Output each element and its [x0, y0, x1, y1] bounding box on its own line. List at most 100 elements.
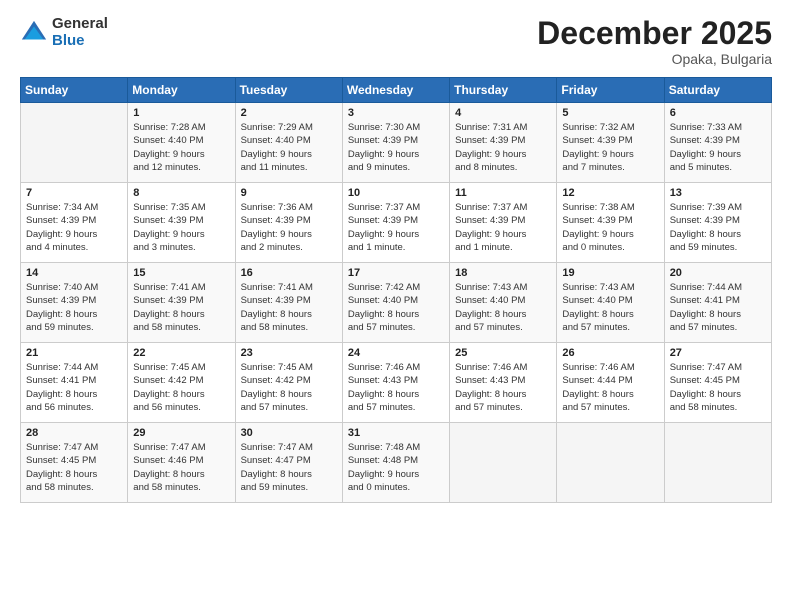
weekday-header-monday: Monday	[128, 78, 235, 103]
day-number: 25	[455, 347, 551, 359]
location: Opaka, Bulgaria	[537, 51, 772, 67]
calendar-cell: 25 Sunrise: 7:46 AMSunset: 4:43 PMDayligh…	[450, 343, 557, 423]
calendar-cell: 26Sunrise: 7:46 AMSunset: 4:44 PMDayligh…	[557, 343, 664, 423]
calendar-table: SundayMondayTuesdayWednesdayThursdayFrid…	[20, 77, 772, 503]
day-info: Sunrise: 7:45 AMSunset: 4:42 PMDaylight:…	[133, 361, 229, 414]
calendar-cell: 16 Sunrise: 7:41 AMSunset: 4:39 PMDayligh…	[235, 263, 342, 343]
calendar-cell: 12 Sunrise: 7:38 AMSunset: 4:39 PMDayligh…	[557, 183, 664, 263]
day-info: Sunrise: 7:47 AMSunset: 4:45 PMDaylight:…	[26, 441, 122, 494]
calendar-week-5: 28 Sunrise: 7:47 AMSunset: 4:45 PMDayligh…	[21, 423, 772, 503]
day-info: Sunrise: 7:41 AMSunset: 4:39 PMDaylight:…	[133, 281, 229, 334]
calendar-body: 1 Sunrise: 7:28 AMSunset: 4:40 PMDaylight…	[21, 103, 772, 503]
day-info: Sunrise: 7:37 AMSunset: 4:39 PMDaylight:…	[455, 201, 551, 254]
calendar-cell: 17 Sunrise: 7:42 AMSunset: 4:40 PMDayligh…	[342, 263, 449, 343]
day-info: Sunrise: 7:28 AMSunset: 4:40 PMDaylight:…	[133, 121, 229, 174]
calendar-cell: 6 Sunrise: 7:33 AMSunset: 4:39 PMDaylight…	[664, 103, 771, 183]
day-info: Sunrise: 7:36 AMSunset: 4:39 PMDaylight:…	[241, 201, 337, 254]
weekday-header-row: SundayMondayTuesdayWednesdayThursdayFrid…	[21, 78, 772, 103]
day-number: 30	[241, 427, 337, 439]
day-info: Sunrise: 7:46 AMSunset: 4:43 PMDaylight:…	[348, 361, 444, 414]
day-info: Sunrise: 7:48 AMSunset: 4:48 PMDaylight:…	[348, 441, 444, 494]
day-number: 10	[348, 187, 444, 199]
day-number: 22	[133, 347, 229, 359]
day-number: 19	[562, 267, 658, 279]
calendar-cell: 3 Sunrise: 7:30 AMSunset: 4:39 PMDaylight…	[342, 103, 449, 183]
day-number: 16	[241, 267, 337, 279]
day-number: 2	[241, 107, 337, 119]
day-info: Sunrise: 7:39 AMSunset: 4:39 PMDaylight:…	[670, 201, 766, 254]
day-info: Sunrise: 7:30 AMSunset: 4:39 PMDaylight:…	[348, 121, 444, 174]
day-info: Sunrise: 7:31 AMSunset: 4:39 PMDaylight:…	[455, 121, 551, 174]
day-info: Sunrise: 7:43 AMSunset: 4:40 PMDaylight:…	[455, 281, 551, 334]
day-number: 12	[562, 187, 658, 199]
calendar-cell: 21Sunrise: 7:44 AMSunset: 4:41 PMDayligh…	[21, 343, 128, 423]
day-number: 15	[133, 267, 229, 279]
calendar-cell	[450, 423, 557, 503]
day-info: Sunrise: 7:33 AMSunset: 4:39 PMDaylight:…	[670, 121, 766, 174]
day-info: Sunrise: 7:42 AMSunset: 4:40 PMDaylight:…	[348, 281, 444, 334]
day-info: Sunrise: 7:46 AMSunset: 4:43 PMDaylight:…	[455, 361, 551, 414]
day-info: Sunrise: 7:47 AMSunset: 4:46 PMDaylight:…	[133, 441, 229, 494]
day-number: 27	[670, 347, 766, 359]
calendar-cell: 31 Sunrise: 7:48 AMSunset: 4:48 PMDayligh…	[342, 423, 449, 503]
day-info: Sunrise: 7:47 AMSunset: 4:45 PMDaylight:…	[670, 361, 766, 414]
day-info: Sunrise: 7:38 AMSunset: 4:39 PMDaylight:…	[562, 201, 658, 254]
day-number: 7	[26, 187, 122, 199]
calendar-cell: 19 Sunrise: 7:43 AMSunset: 4:40 PMDayligh…	[557, 263, 664, 343]
day-number: 21	[26, 347, 122, 359]
day-number: 17	[348, 267, 444, 279]
calendar-cell: 2 Sunrise: 7:29 AMSunset: 4:40 PMDaylight…	[235, 103, 342, 183]
day-number: 28	[26, 427, 122, 439]
calendar-cell: 24 Sunrise: 7:46 AMSunset: 4:43 PMDayligh…	[342, 343, 449, 423]
calendar-cell: 15 Sunrise: 7:41 AMSunset: 4:39 PMDayligh…	[128, 263, 235, 343]
calendar-cell: 18 Sunrise: 7:43 AMSunset: 4:40 PMDayligh…	[450, 263, 557, 343]
day-number: 24	[348, 347, 444, 359]
day-info: Sunrise: 7:29 AMSunset: 4:40 PMDaylight:…	[241, 121, 337, 174]
calendar-cell: 14Sunrise: 7:40 AMSunset: 4:39 PMDayligh…	[21, 263, 128, 343]
day-info: Sunrise: 7:37 AMSunset: 4:39 PMDaylight:…	[348, 201, 444, 254]
day-number: 14	[26, 267, 122, 279]
logo-icon	[20, 19, 48, 47]
calendar-cell: 8 Sunrise: 7:35 AMSunset: 4:39 PMDaylight…	[128, 183, 235, 263]
calendar-cell: 28 Sunrise: 7:47 AMSunset: 4:45 PMDayligh…	[21, 423, 128, 503]
calendar-week-2: 7Sunrise: 7:34 AMSunset: 4:39 PMDaylight…	[21, 183, 772, 263]
day-info: Sunrise: 7:43 AMSunset: 4:40 PMDaylight:…	[562, 281, 658, 334]
calendar-cell: 23Sunrise: 7:45 AMSunset: 4:42 PMDayligh…	[235, 343, 342, 423]
logo-general-text: General	[52, 16, 108, 33]
calendar-cell: 11 Sunrise: 7:37 AMSunset: 4:39 PMDayligh…	[450, 183, 557, 263]
weekday-header-sunday: Sunday	[21, 78, 128, 103]
day-number: 8	[133, 187, 229, 199]
day-number: 6	[670, 107, 766, 119]
day-number: 13	[670, 187, 766, 199]
logo: General Blue	[20, 16, 108, 49]
day-info: Sunrise: 7:41 AMSunset: 4:39 PMDaylight:…	[241, 281, 337, 334]
calendar-cell: 1 Sunrise: 7:28 AMSunset: 4:40 PMDaylight…	[128, 103, 235, 183]
day-info: Sunrise: 7:32 AMSunset: 4:39 PMDaylight:…	[562, 121, 658, 174]
day-number: 11	[455, 187, 551, 199]
calendar-cell	[557, 423, 664, 503]
calendar-cell: 5 Sunrise: 7:32 AMSunset: 4:39 PMDaylight…	[557, 103, 664, 183]
day-number: 23	[241, 347, 337, 359]
day-info: Sunrise: 7:46 AMSunset: 4:44 PMDaylight:…	[562, 361, 658, 414]
calendar-week-3: 14Sunrise: 7:40 AMSunset: 4:39 PMDayligh…	[21, 263, 772, 343]
weekday-header-saturday: Saturday	[664, 78, 771, 103]
calendar-cell: 29Sunrise: 7:47 AMSunset: 4:46 PMDayligh…	[128, 423, 235, 503]
calendar-cell: 27 Sunrise: 7:47 AMSunset: 4:45 PMDayligh…	[664, 343, 771, 423]
day-number: 4	[455, 107, 551, 119]
day-number: 9	[241, 187, 337, 199]
day-number: 18	[455, 267, 551, 279]
logo-blue-text: Blue	[52, 33, 108, 50]
day-number: 5	[562, 107, 658, 119]
calendar-week-4: 21Sunrise: 7:44 AMSunset: 4:41 PMDayligh…	[21, 343, 772, 423]
day-info: Sunrise: 7:35 AMSunset: 4:39 PMDaylight:…	[133, 201, 229, 254]
header: General Blue December 2025 Opaka, Bulgar…	[20, 16, 772, 67]
calendar-cell: 20Sunrise: 7:44 AMSunset: 4:41 PMDayligh…	[664, 263, 771, 343]
day-number: 31	[348, 427, 444, 439]
calendar-cell	[664, 423, 771, 503]
calendar-week-1: 1 Sunrise: 7:28 AMSunset: 4:40 PMDaylight…	[21, 103, 772, 183]
day-number: 3	[348, 107, 444, 119]
day-number: 20	[670, 267, 766, 279]
month-title: December 2025	[537, 16, 772, 51]
weekday-header-thursday: Thursday	[450, 78, 557, 103]
day-number: 1	[133, 107, 229, 119]
